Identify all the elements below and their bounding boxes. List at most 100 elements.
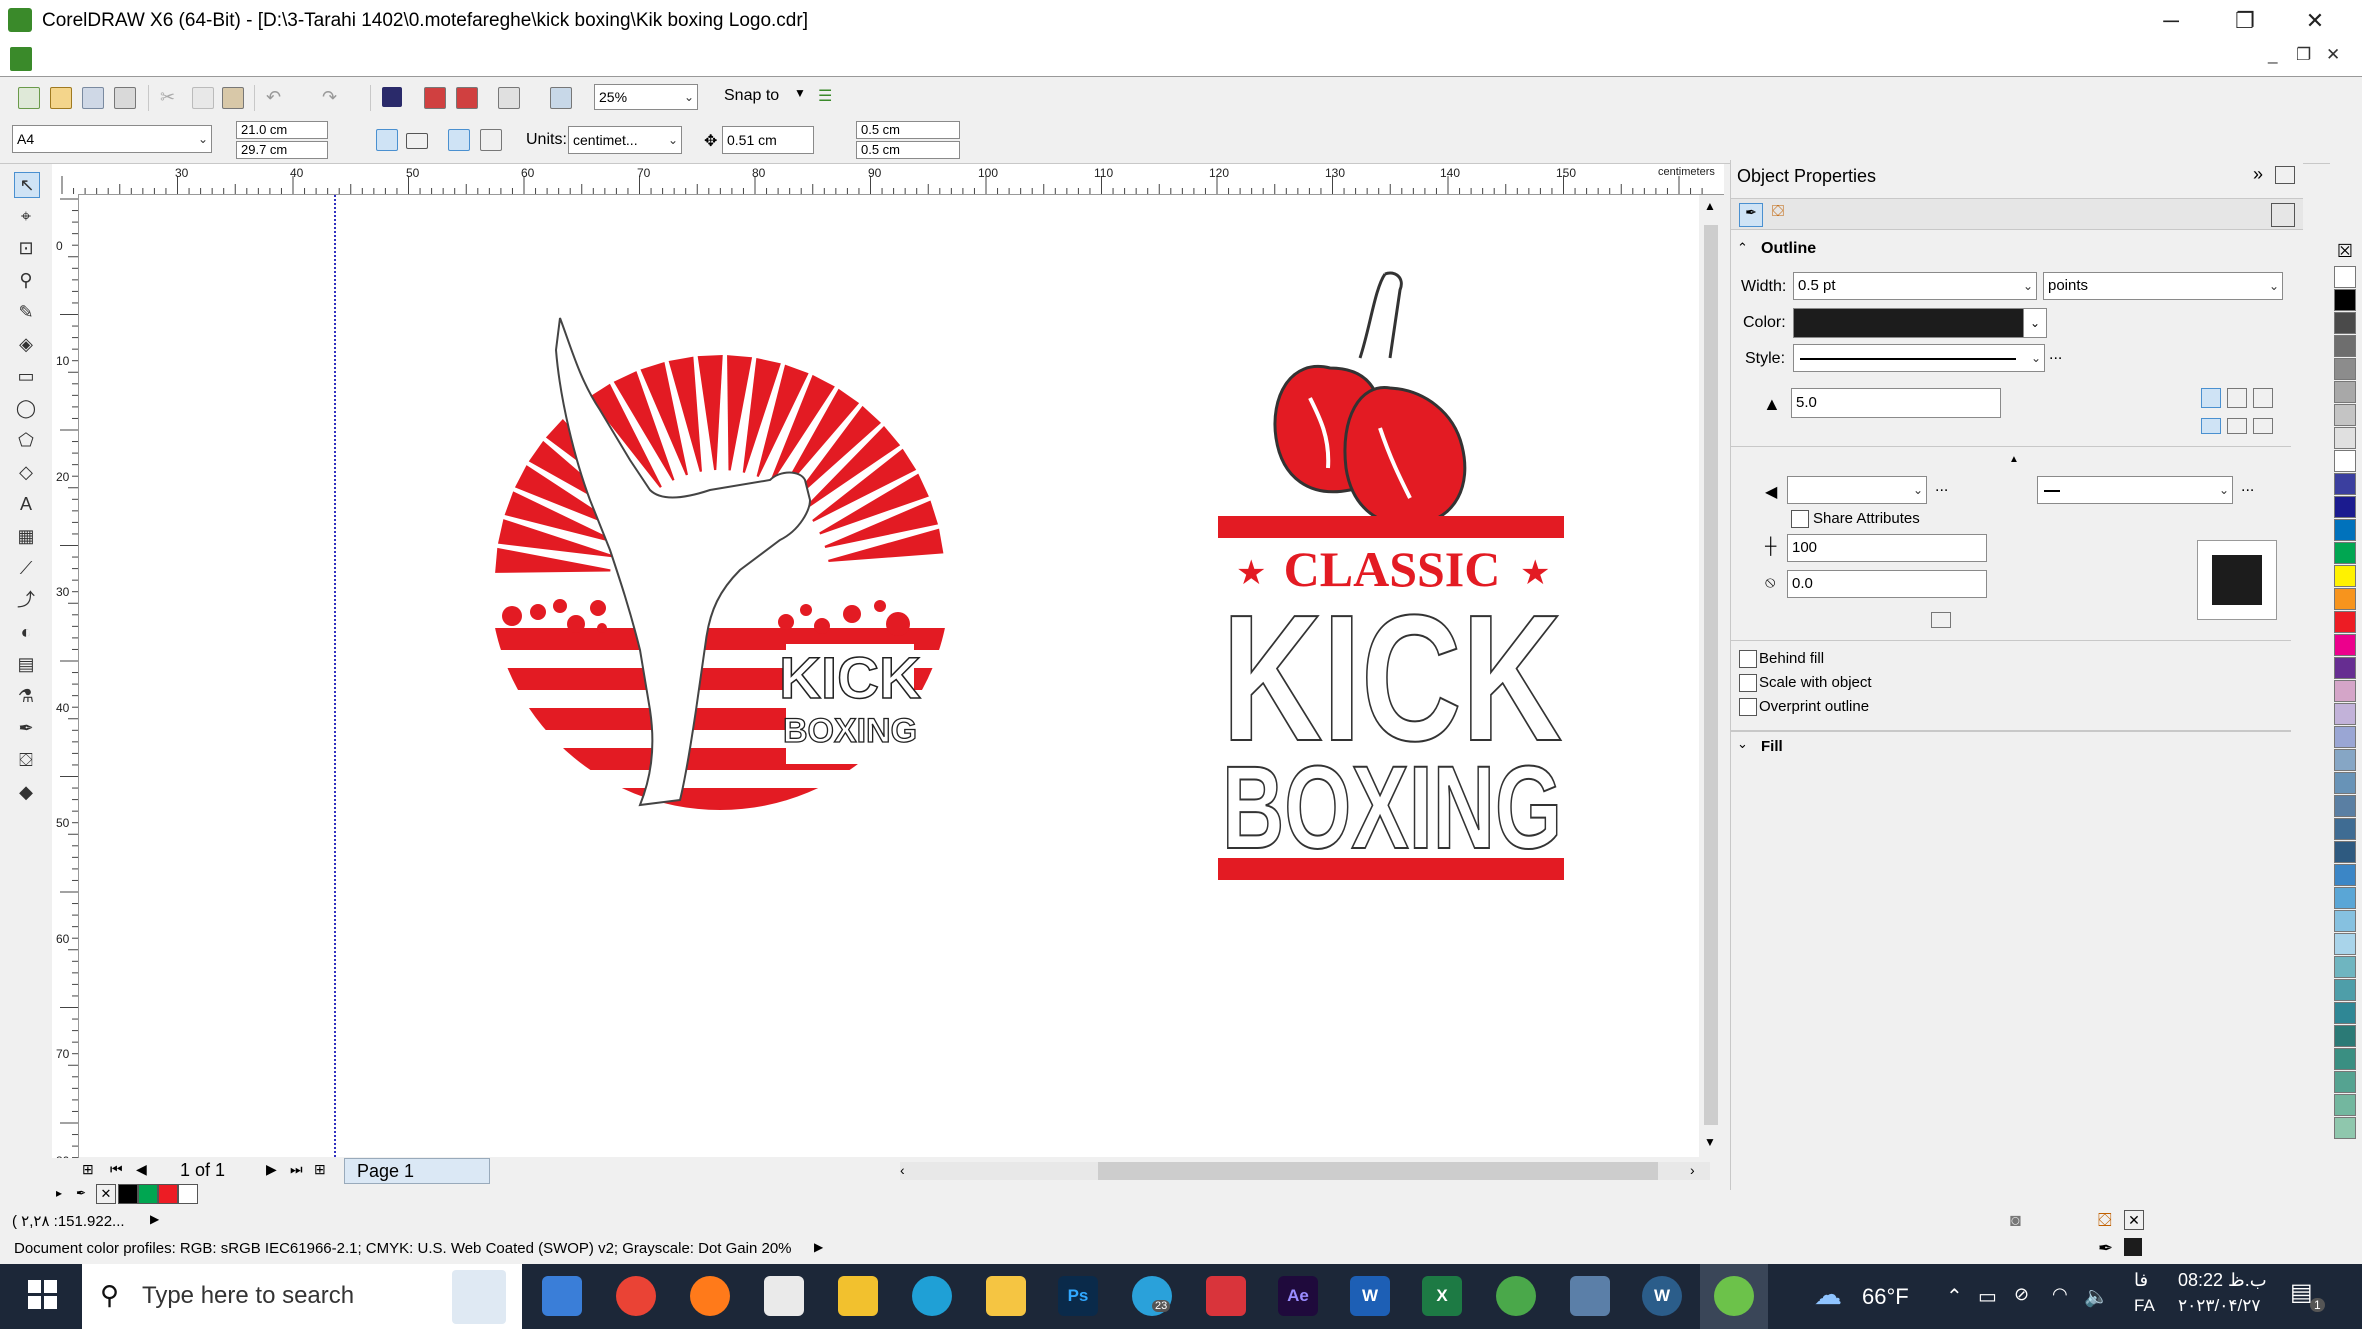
vertical-scrollbar[interactable]: ▲ ▼ — [1700, 195, 1722, 1157]
table-tool-icon[interactable]: ▦ — [14, 524, 38, 548]
shape-tool-icon[interactable]: ⌖ — [14, 204, 38, 228]
duplicate-x-field[interactable]: 0.5 cm — [856, 121, 960, 139]
document-icon[interactable] — [10, 47, 32, 71]
page-width-field[interactable]: 21.0 cm — [236, 121, 328, 139]
palette-swatch[interactable] — [2334, 496, 2356, 518]
palette-swatch[interactable] — [2334, 381, 2356, 403]
start-arrow-more-button[interactable]: ... — [1935, 478, 1948, 496]
pick-tool-icon[interactable]: ↖ — [14, 172, 40, 198]
palette-swatch[interactable] — [2334, 703, 2356, 725]
palette-swatch[interactable] — [2334, 680, 2356, 702]
landscape-icon[interactable] — [406, 133, 428, 149]
zoom-tool-icon[interactable]: ⚲ — [14, 268, 38, 292]
next-page-icon[interactable]: ▶ — [266, 1161, 277, 1178]
palette-swatch[interactable] — [2334, 1071, 2356, 1093]
palette-swatch[interactable] — [2334, 1094, 2356, 1116]
docker-expand-button[interactable]: » — [2253, 164, 2263, 185]
nudge-distance-field[interactable]: 0.51 cm — [722, 126, 814, 154]
palette-swatch[interactable] — [2334, 404, 2356, 426]
palette-swatch[interactable] — [2334, 335, 2356, 357]
square-cap-icon[interactable] — [2253, 418, 2273, 434]
eyedropper-tool-icon[interactable]: ⚗ — [14, 684, 38, 708]
control-panel-icon[interactable] — [1570, 1276, 1610, 1316]
connector-tool-icon[interactable]: ⤴ — [14, 588, 38, 612]
scroll-left-icon[interactable]: ‹ — [900, 1162, 905, 1178]
firefox-icon[interactable] — [690, 1276, 730, 1316]
palette-swatch[interactable] — [2334, 473, 2356, 495]
palette-swatch[interactable] — [2334, 266, 2356, 288]
import-icon[interactable] — [424, 87, 446, 109]
first-page-icon[interactable]: ⏮ — [110, 1161, 123, 1178]
paper-size-dropdown[interactable]: A4 ⌄ — [12, 125, 212, 153]
chevron-down-icon[interactable]: ▼ — [794, 86, 806, 100]
snap-to-button[interactable]: Snap to — [724, 87, 779, 105]
palette-swatch[interactable] — [2334, 450, 2356, 472]
network-icon[interactable]: ⊘ — [2014, 1284, 2029, 1305]
horizontal-scroll-thumb[interactable] — [1098, 1162, 1658, 1180]
smart-fill-tool-icon[interactable]: ◈ — [14, 332, 38, 356]
wordpress-icon[interactable]: W — [1642, 1276, 1682, 1316]
color-profiles-text[interactable]: Document color profiles: RGB: sRGB IEC61… — [14, 1240, 792, 1257]
scroll-down-icon[interactable]: ▼ — [1704, 1135, 1716, 1149]
weather-icon[interactable]: ☁ — [1814, 1278, 1842, 1311]
snipping-tool-icon[interactable] — [764, 1276, 804, 1316]
eyedropper-icon[interactable]: ✒ — [76, 1186, 86, 1200]
zoom-level-dropdown[interactable]: 25% ⌄ — [594, 84, 698, 110]
style-more-button[interactable]: ... — [2049, 346, 2062, 364]
export-icon[interactable] — [456, 87, 478, 109]
palette-swatch[interactable] — [2334, 427, 2356, 449]
page-tab[interactable]: Page 1 — [344, 1158, 490, 1184]
chrome-icon[interactable] — [616, 1276, 656, 1316]
basic-shapes-tool-icon[interactable]: ◇ — [14, 460, 38, 484]
classic-kick-boxing-logo-2[interactable]: ★ ★ CLASSIC KICK BOXING — [1210, 268, 1580, 888]
add-page-after-icon[interactable]: ⊞ — [314, 1161, 326, 1178]
microsoft-store-icon[interactable] — [838, 1276, 878, 1316]
start-arrowhead-dropdown[interactable]: ⌄ — [1787, 476, 1927, 504]
scale-with-object-checkbox[interactable] — [1739, 674, 1757, 692]
outline-pen-tool-icon[interactable]: ✒ — [14, 716, 38, 740]
transparency-tool-icon[interactable]: ▤ — [14, 652, 38, 676]
stretch-field[interactable]: 100 — [1787, 534, 1987, 562]
open-icon[interactable] — [50, 87, 72, 109]
palette-swatch[interactable] — [2334, 565, 2356, 587]
palette-swatch[interactable] — [2334, 1002, 2356, 1024]
palette-swatch[interactable] — [2334, 726, 2356, 748]
palette-swatch[interactable] — [2334, 979, 2356, 1001]
palette-swatch[interactable] — [2334, 749, 2356, 771]
play-icon[interactable]: ▶ — [814, 1240, 823, 1254]
duplicate-y-field[interactable]: 0.5 cm — [856, 141, 960, 159]
interactive-fill-tool-icon[interactable]: ◆ — [14, 780, 38, 804]
palette-swatch[interactable] — [2334, 910, 2356, 932]
wifi-icon[interactable]: ◠ — [2052, 1284, 2068, 1305]
doc-minimize-button[interactable]: _ — [2268, 45, 2277, 65]
ellipse-tool-icon[interactable]: ◯ — [14, 396, 38, 420]
play-icon[interactable]: ▶ — [150, 1212, 159, 1226]
print-icon[interactable] — [114, 87, 136, 109]
palette-swatch[interactable] — [2334, 358, 2356, 380]
overprint-outline-checkbox[interactable] — [1739, 698, 1757, 716]
docker-minimize-button[interactable] — [2275, 166, 2295, 184]
outline-color-swatch[interactable] — [1793, 308, 2025, 338]
palette-swatch[interactable] — [2334, 1117, 2356, 1139]
copy-icon[interactable] — [192, 87, 214, 109]
dimension-tool-icon[interactable]: ⟋ — [14, 556, 38, 580]
collapse-arrow-icon[interactable]: ▲ — [2009, 454, 2019, 465]
no-color-swatch[interactable]: ✕ — [96, 1184, 116, 1204]
palette-swatch[interactable] — [2334, 841, 2356, 863]
redo-icon[interactable]: ↷ — [322, 87, 342, 107]
freehand-tool-icon[interactable]: ✎ — [14, 300, 38, 324]
horizontal-scrollbar[interactable]: ‹ › — [900, 1162, 1710, 1180]
vertical-ruler[interactable]: 0 10 20 30 40 50 60 70 80 — [52, 194, 79, 1182]
new-icon[interactable] — [18, 87, 40, 109]
units-dropdown[interactable]: centimet... ⌄ — [568, 126, 682, 154]
close-button[interactable]: ✕ — [2284, 2, 2346, 40]
add-page-icon[interactable]: ⊞ — [82, 1161, 94, 1178]
current-page-icon[interactable] — [480, 129, 502, 151]
taskbar-search-box[interactable]: ⚲ Type here to search — [82, 1264, 522, 1329]
after-effects-icon[interactable]: Ae — [1278, 1276, 1318, 1316]
fill-tab-icon[interactable]: ⛋ — [1767, 203, 1789, 225]
behind-fill-checkbox[interactable] — [1739, 650, 1757, 668]
palette-swatch[interactable] — [2334, 887, 2356, 909]
palette-swatch[interactable] — [2334, 657, 2356, 679]
file-explorer-icon[interactable] — [986, 1276, 1026, 1316]
